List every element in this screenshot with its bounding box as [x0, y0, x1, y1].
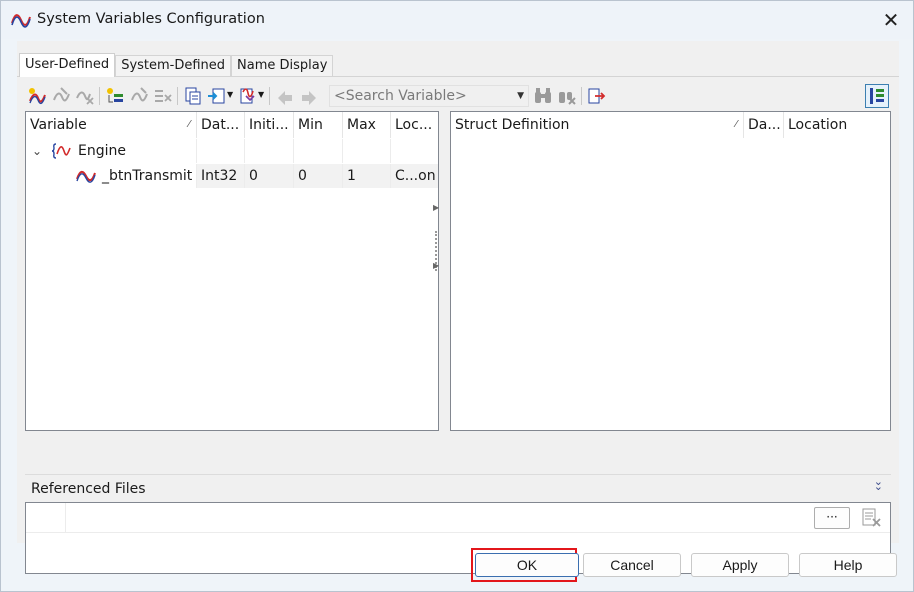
collapse-chevron-icon[interactable]: ⌄ ⌄	[874, 476, 883, 492]
new-variable-icon[interactable]	[27, 86, 47, 106]
min-cell: 0	[294, 164, 343, 188]
move-down-icon[interactable]	[299, 86, 319, 106]
delete-variable-icon[interactable]	[75, 86, 95, 106]
toolbar-separator	[177, 87, 178, 105]
max-cell	[343, 139, 391, 163]
close-icon: ✕	[882, 8, 900, 32]
dialog-client-area: User-Defined System-Defined Name Display	[17, 41, 899, 574]
delete-namespace-icon[interactable]	[153, 86, 173, 106]
referenced-files-header: Referenced Files ⌄ ⌄	[25, 474, 891, 502]
chevron-down-icon[interactable]: ▼	[517, 86, 524, 106]
chevron-down-icon[interactable]: ⌄	[32, 139, 42, 163]
variable-name: _btnTransmit	[102, 168, 193, 184]
variable-cell: _btnTransmit	[26, 164, 197, 188]
variable-cell: ⌄ Engine	[26, 139, 197, 163]
cancel-button[interactable]: Cancel	[583, 553, 681, 577]
tab-user-defined[interactable]: User-Defined	[19, 53, 116, 77]
clear-file-icon[interactable]	[858, 507, 884, 529]
close-button[interactable]: ✕	[877, 7, 905, 33]
browse-button[interactable]: ···	[814, 507, 850, 529]
export-icon[interactable]	[587, 86, 607, 106]
toolbar-separator	[99, 87, 100, 105]
system-variable-icon	[76, 170, 96, 183]
apply-button[interactable]: Apply	[691, 553, 789, 577]
import-dropdown-arrow[interactable]: ▼	[258, 90, 264, 99]
ok-button[interactable]: OK	[475, 553, 579, 577]
tab-strip: User-Defined System-Defined Name Display	[19, 53, 334, 77]
datatype-cell: Int32	[197, 164, 245, 188]
referenced-files-label: Referenced Files	[31, 481, 146, 497]
new-namespace-icon[interactable]	[105, 86, 125, 106]
initial-cell	[245, 139, 294, 163]
chevron-right-icon[interactable]: ▶	[433, 261, 439, 270]
toolbar-separator	[581, 87, 582, 105]
system-variables-dialog: System Variables Configuration ✕ User-De…	[0, 0, 914, 592]
namespace-icon	[52, 143, 71, 159]
struct-definition-grid: Struct Definition ⁄ Da... Location	[450, 111, 891, 431]
column-header-struct-definition[interactable]: Struct Definition ⁄	[451, 112, 744, 138]
toolbar: ▼ ▼ <Search Variable> ▼	[25, 82, 891, 110]
column-header-initial[interactable]: Initi...	[245, 112, 294, 138]
column-header-datatype[interactable]: Da...	[744, 112, 784, 138]
move-up-icon[interactable]	[275, 86, 295, 106]
title-bar: System Variables Configuration ✕	[1, 1, 913, 39]
system-variable-icon	[11, 14, 31, 28]
search-variable-input[interactable]: <Search Variable> ▼	[329, 85, 529, 107]
search-placeholder: <Search Variable>	[334, 88, 467, 104]
copy-icon[interactable]	[183, 86, 203, 106]
column-header-max[interactable]: Max	[343, 112, 391, 138]
tree-row-variable[interactable]: _btnTransmit Int32 0 0 1 C...on	[26, 164, 438, 188]
datatype-cell	[197, 139, 245, 163]
column-header-datatype[interactable]: Dat...	[197, 112, 245, 138]
variables-grid-header: Variable ⁄ Dat... Initi... Min Max Loc..…	[26, 112, 438, 138]
help-button[interactable]: Help	[799, 553, 897, 577]
search-binoculars-icon[interactable]	[533, 86, 553, 106]
paste-icon[interactable]	[207, 86, 227, 106]
window-title: System Variables Configuration	[37, 11, 265, 27]
user-defined-panel: ▼ ▼ <Search Variable> ▼ Variable ⁄ Dat..…	[17, 76, 899, 574]
referenced-file-row[interactable]: ···	[26, 503, 890, 533]
row-header	[26, 503, 66, 533]
layout-toggle-icon[interactable]	[865, 84, 889, 108]
initial-cell: 0	[245, 164, 294, 188]
tab-name-display[interactable]: Name Display	[231, 55, 334, 77]
column-header-variable[interactable]: Variable ⁄	[26, 112, 197, 138]
clear-search-icon[interactable]	[557, 86, 577, 106]
struct-grid-header: Struct Definition ⁄ Da... Location	[451, 112, 890, 138]
sort-indicator-icon: ⁄	[735, 119, 737, 130]
min-cell	[294, 139, 343, 163]
tab-system-defined[interactable]: System-Defined	[115, 55, 232, 77]
import-dropdown-icon[interactable]	[237, 86, 257, 106]
column-header-location[interactable]: Location	[784, 112, 890, 138]
edit-namespace-icon[interactable]	[129, 86, 149, 106]
variables-grid: Variable ⁄ Dat... Initi... Min Max Loc..…	[25, 111, 439, 431]
panel-splitter[interactable]: ▶ ▶	[431, 151, 441, 471]
namespace-name: Engine	[78, 143, 126, 159]
edit-variable-icon[interactable]	[51, 86, 71, 106]
toolbar-separator	[269, 87, 270, 105]
max-cell: 1	[343, 164, 391, 188]
paste-dropdown-arrow[interactable]: ▼	[227, 90, 233, 99]
column-header-min[interactable]: Min	[294, 112, 343, 138]
tree-row-namespace[interactable]: ⌄ Engine	[26, 139, 438, 163]
sort-indicator-icon: ⁄	[188, 119, 190, 130]
column-header-location[interactable]: Loc...	[391, 112, 438, 138]
chevron-right-icon[interactable]: ▶	[433, 203, 439, 212]
